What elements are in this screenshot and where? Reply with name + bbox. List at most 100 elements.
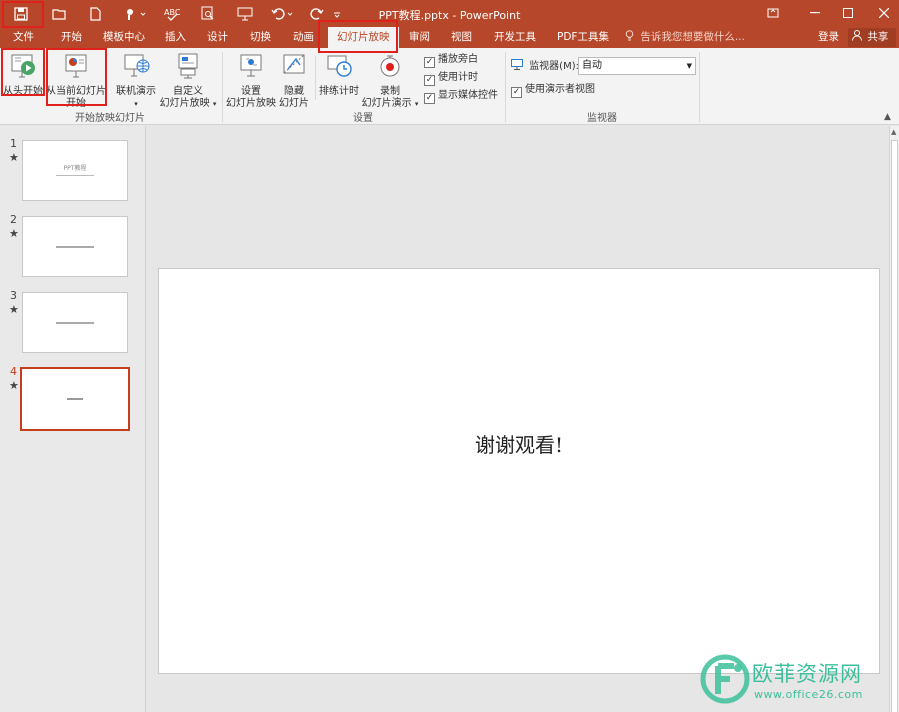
present-online-button[interactable]: 联机演示 ▾ xyxy=(113,48,159,110)
share-label: 共享 xyxy=(867,31,889,43)
collapse-ribbon-icon[interactable]: ▲ xyxy=(884,112,891,122)
use-timings-label: 使用计时 xyxy=(438,72,478,83)
dropdown-arrow-icon: ▾ xyxy=(134,100,138,108)
checkmark-icon: ✓ xyxy=(424,57,435,68)
tab-view[interactable]: 视图 xyxy=(451,27,472,48)
show-media-controls-checkbox[interactable]: ✓ 显示媒体控件 xyxy=(424,89,498,105)
thumb-text xyxy=(23,320,127,325)
tab-animations[interactable]: 动画 xyxy=(293,27,314,48)
highlight-box-from-current xyxy=(46,48,107,106)
play-narrations-checkbox[interactable]: ✓ 播放旁白 xyxy=(424,53,478,69)
hide-slide-button[interactable]: 隐藏 幻灯片 xyxy=(277,48,311,110)
record-label-2: 幻灯片演示 xyxy=(361,98,412,109)
presenter-view-checkbox[interactable]: ✓ 使用演示者视图 xyxy=(511,83,595,99)
thumb-subtext xyxy=(23,172,127,177)
close-icon[interactable] xyxy=(869,2,899,24)
tab-design[interactable]: 设计 xyxy=(207,27,228,48)
tab-review[interactable]: 审阅 xyxy=(409,27,430,48)
custom-show-label-2: 幻灯片放映 xyxy=(159,98,210,109)
share-button[interactable]: 共享 xyxy=(848,28,896,47)
highlight-box-slideshow-tab xyxy=(318,20,398,53)
slide-number-selected: 4 xyxy=(10,365,17,378)
slide-body-text[interactable]: 谢谢观看! xyxy=(159,429,879,458)
record-slideshow-button[interactable]: 录制 幻灯片演示 ▾ xyxy=(361,48,419,110)
setup-show-label-1: 设置 xyxy=(241,86,261,97)
thumb-text xyxy=(22,396,128,401)
record-label-1: 录制 xyxy=(380,86,400,97)
slide-thumbnail-4[interactable] xyxy=(20,367,130,431)
ribbon-tabs: 文件 开始 模板中心 插入 设计 切换 动画 幻灯片放映 审阅 视图 开发工具 … xyxy=(0,27,899,48)
group-separator xyxy=(699,52,700,122)
watermark-name: 欧菲资源网 xyxy=(752,662,862,686)
scroll-up-icon[interactable]: ▲ xyxy=(891,128,896,136)
watermark: 欧菲资源网 www.office26.com xyxy=(700,652,899,712)
ribbon-panel: 从头开始 从当前幻灯片 开始 联机演示 ▾ 自定义 幻灯片放映 ▾ 开始放映幻灯… xyxy=(0,48,899,125)
play-narrations-label: 播放旁白 xyxy=(438,54,478,65)
custom-show-label-1: 自定义 xyxy=(173,86,203,97)
scrollbar-thumb[interactable] xyxy=(891,140,898,712)
watermark-url: www.office26.com xyxy=(754,688,863,701)
lightbulb-icon xyxy=(625,30,640,43)
tab-template-center[interactable]: 模板中心 xyxy=(103,27,145,48)
chevron-down-icon: ▼ xyxy=(686,62,692,70)
hide-slide-label-1: 隐藏 xyxy=(284,86,304,97)
monitor-icon xyxy=(511,59,529,72)
slide-thumbnail-2[interactable] xyxy=(22,216,128,277)
hide-slide-icon xyxy=(277,52,311,84)
animation-star-icon: ★ xyxy=(9,151,19,164)
watermark-logo-icon xyxy=(700,654,750,704)
monitor-label-text: 监视器(M): xyxy=(529,61,579,72)
record-icon xyxy=(361,52,419,84)
thumb-text: PPT教程 xyxy=(63,165,87,172)
checkmark-icon: ✓ xyxy=(424,93,435,104)
person-icon xyxy=(852,30,867,43)
animation-star-icon: ★ xyxy=(9,303,19,316)
slide-thumbnail-pane[interactable]: 1 ★ PPT教程 2 ★ 3 ★ 4 ★ xyxy=(0,126,146,712)
present-online-label: 联机演示 xyxy=(116,86,156,97)
group-label-monitors: 监视器 xyxy=(587,113,617,124)
slide-thumbnail-1[interactable]: PPT教程 xyxy=(22,140,128,201)
group-separator xyxy=(222,52,223,122)
presenter-view-label: 使用演示者视图 xyxy=(525,84,595,95)
tab-transitions[interactable]: 切换 xyxy=(250,27,271,48)
login-link[interactable]: 登录 xyxy=(818,27,839,47)
checkmark-icon: ✓ xyxy=(511,87,522,98)
rehearse-timings-icon xyxy=(318,52,360,84)
tab-home[interactable]: 开始 xyxy=(61,27,82,48)
rehearse-timings-label: 排练计时 xyxy=(319,86,359,97)
animation-star-icon: ★ xyxy=(9,379,19,392)
tell-me-box[interactable]: 告诉我您想要做什么... xyxy=(625,27,745,48)
tab-insert[interactable]: 插入 xyxy=(165,27,186,48)
slide-number: 2 xyxy=(10,213,17,226)
dropdown-arrow-icon: ▾ xyxy=(212,100,217,108)
custom-show-icon xyxy=(158,52,218,84)
tab-file[interactable]: 文件 xyxy=(13,27,34,48)
highlight-box-save xyxy=(2,1,44,28)
thumb-text xyxy=(23,244,127,249)
minimize-icon[interactable] xyxy=(800,2,830,24)
current-slide-canvas[interactable]: 谢谢观看! xyxy=(158,268,880,674)
show-media-controls-label: 显示媒体控件 xyxy=(438,90,498,101)
setup-show-label-2: 幻灯片放映 xyxy=(226,98,276,109)
group-label-start-slideshow: 开始放映幻灯片 xyxy=(75,113,145,124)
slide-number: 1 xyxy=(10,137,17,150)
setup-slideshow-button[interactable]: 设置 幻灯片放映 xyxy=(224,48,278,110)
slide-thumbnail-3[interactable] xyxy=(22,292,128,353)
ribbon-display-options-icon[interactable] xyxy=(758,2,788,24)
rehearse-timings-button[interactable]: 排练计时 xyxy=(318,48,360,110)
use-timings-checkbox[interactable]: ✓ 使用计时 xyxy=(424,71,478,87)
highlight-box-from-beginning xyxy=(1,48,45,96)
slide-number: 3 xyxy=(10,289,17,302)
tab-pdf-tools[interactable]: PDF工具集 xyxy=(557,27,609,48)
monitor-select-value: 自动 xyxy=(582,60,602,71)
vertical-scrollbar[interactable]: ▲ xyxy=(889,126,899,712)
globe-presentation-icon xyxy=(113,52,159,84)
custom-slideshow-button[interactable]: 自定义 幻灯片放映 ▾ xyxy=(158,48,218,110)
tell-me-text: 告诉我您想要做什么... xyxy=(640,31,745,43)
checkmark-icon: ✓ xyxy=(424,75,435,86)
setup-show-icon xyxy=(224,52,278,84)
maximize-icon[interactable] xyxy=(833,2,863,24)
monitor-select[interactable]: 自动 ▼ xyxy=(578,57,696,75)
dropdown-arrow-icon: ▾ xyxy=(414,100,419,108)
tab-developer[interactable]: 开发工具 xyxy=(494,27,536,48)
